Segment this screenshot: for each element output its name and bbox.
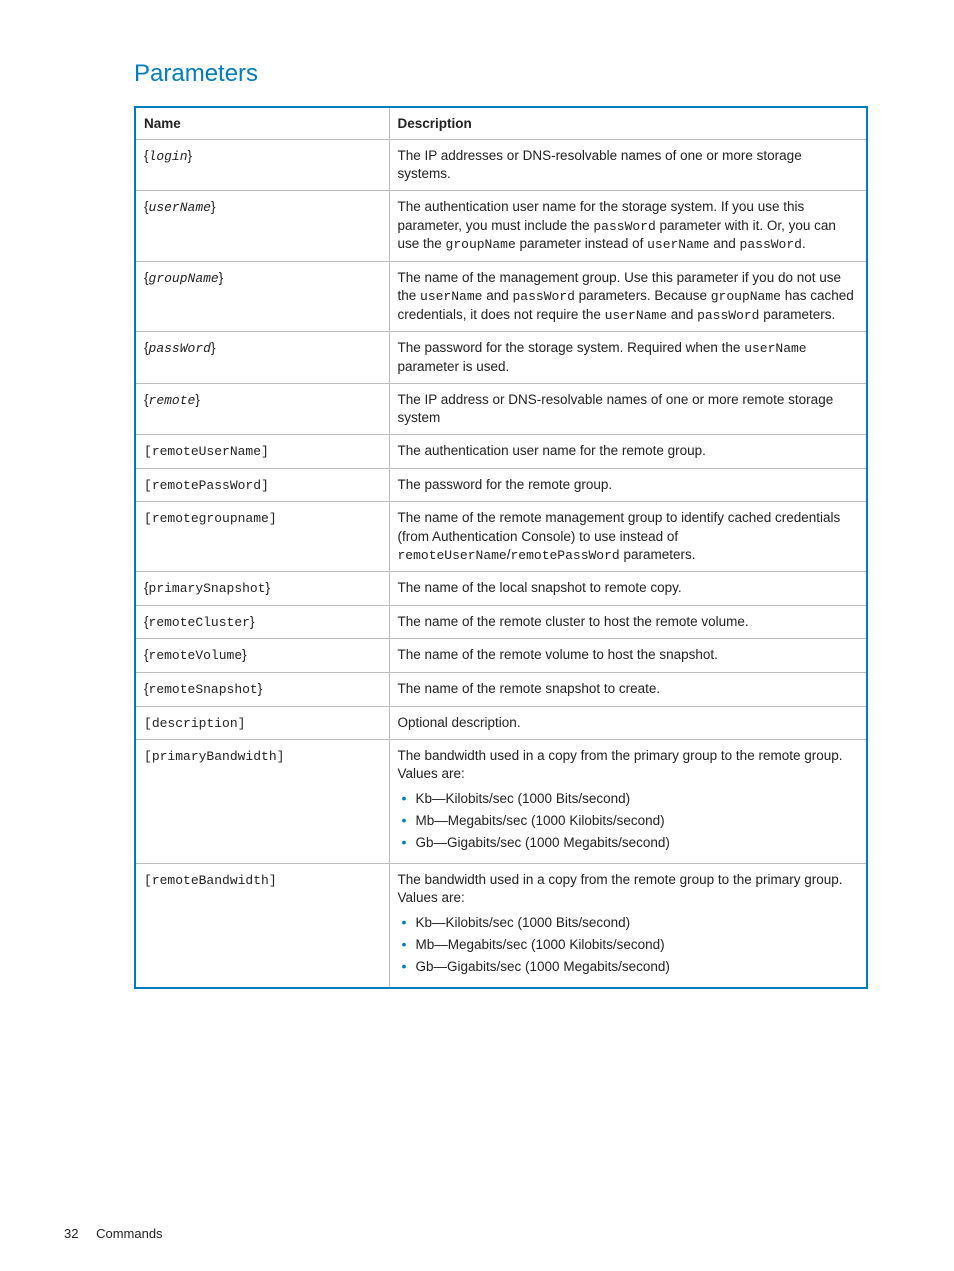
page-number: 32 xyxy=(64,1226,78,1241)
param-desc: The IP addresses or DNS-resolvable names… xyxy=(389,140,867,191)
table-row: {login} The IP addresses or DNS-resolvab… xyxy=(135,140,867,191)
list-item: Mb—Megabits/sec (1000 Kilobits/second) xyxy=(416,812,859,830)
param-desc: The name of the management group. Use th… xyxy=(389,261,867,331)
param-name: {remoteSnapshot} xyxy=(135,672,389,706)
param-name: {remoteCluster} xyxy=(135,605,389,639)
param-desc: The bandwidth used in a copy from the re… xyxy=(389,864,867,989)
param-desc: The authentication user name for the sto… xyxy=(389,191,867,261)
param-desc: The password for the remote group. xyxy=(389,468,867,502)
col-name: Name xyxy=(135,107,389,140)
section-heading: Parameters xyxy=(134,60,890,88)
param-desc: The name of the remote management group … xyxy=(389,502,867,572)
table-row: [description] Optional description. xyxy=(135,706,867,740)
param-desc: The name of the remote cluster to host t… xyxy=(389,605,867,639)
param-name: [description] xyxy=(135,706,389,740)
page: Parameters Name Description {login} The … xyxy=(0,0,954,1271)
table-row: {remote} The IP address or DNS-resolvabl… xyxy=(135,383,867,434)
list-item: Mb—Megabits/sec (1000 Kilobits/second) xyxy=(416,936,859,954)
param-desc: The name of the local snapshot to remote… xyxy=(389,572,867,606)
param-name: {remote} xyxy=(135,383,389,434)
param-name: {passWord} xyxy=(135,332,389,384)
param-desc: The name of the remote volume to host th… xyxy=(389,639,867,673)
param-desc: The password for the storage system. Req… xyxy=(389,332,867,384)
table-row: {remoteCluster} The name of the remote c… xyxy=(135,605,867,639)
table-row: {groupName} The name of the management g… xyxy=(135,261,867,331)
table-row: [remoteUserName] The authentication user… xyxy=(135,435,867,469)
table-row: {userName} The authentication user name … xyxy=(135,191,867,261)
param-name: {primarySnapshot} xyxy=(135,572,389,606)
value-list: Kb—Kilobits/sec (1000 Bits/second) Mb—Me… xyxy=(398,790,859,853)
param-name: [remoteBandwidth] xyxy=(135,864,389,989)
param-name: {login} xyxy=(135,140,389,191)
param-name: {remoteVolume} xyxy=(135,639,389,673)
list-item: Gb—Gigabits/sec (1000 Megabits/second) xyxy=(416,958,859,976)
table-row: [remotegroupname] The name of the remote… xyxy=(135,502,867,572)
list-item: Gb—Gigabits/sec (1000 Megabits/second) xyxy=(416,834,859,852)
param-name: {groupName} xyxy=(135,261,389,331)
table-row: {passWord} The password for the storage … xyxy=(135,332,867,384)
table-row: [primaryBandwidth] The bandwidth used in… xyxy=(135,740,867,864)
list-item: Kb—Kilobits/sec (1000 Bits/second) xyxy=(416,914,859,932)
table-header-row: Name Description xyxy=(135,107,867,140)
param-desc: The IP address or DNS-resolvable names o… xyxy=(389,383,867,434)
table-row: {remoteSnapshot} The name of the remote … xyxy=(135,672,867,706)
table-row: [remoteBandwidth] The bandwidth used in … xyxy=(135,864,867,989)
param-name: [primaryBandwidth] xyxy=(135,740,389,864)
param-name: {userName} xyxy=(135,191,389,261)
param-desc: The authentication user name for the rem… xyxy=(389,435,867,469)
param-name: [remotegroupname] xyxy=(135,502,389,572)
param-desc: The bandwidth used in a copy from the pr… xyxy=(389,740,867,864)
footer-section: Commands xyxy=(96,1226,162,1241)
col-desc: Description xyxy=(389,107,867,140)
page-footer: 32 Commands xyxy=(64,1226,163,1241)
value-list: Kb—Kilobits/sec (1000 Bits/second) Mb—Me… xyxy=(398,914,859,977)
param-name: [remoteUserName] xyxy=(135,435,389,469)
param-desc: The name of the remote snapshot to creat… xyxy=(389,672,867,706)
table-row: {primarySnapshot} The name of the local … xyxy=(135,572,867,606)
table-row: [remotePassWord] The password for the re… xyxy=(135,468,867,502)
parameters-table: Name Description {login} The IP addresse… xyxy=(134,106,868,989)
param-name: [remotePassWord] xyxy=(135,468,389,502)
table-row: {remoteVolume} The name of the remote vo… xyxy=(135,639,867,673)
list-item: Kb—Kilobits/sec (1000 Bits/second) xyxy=(416,790,859,808)
param-desc: Optional description. xyxy=(389,706,867,740)
